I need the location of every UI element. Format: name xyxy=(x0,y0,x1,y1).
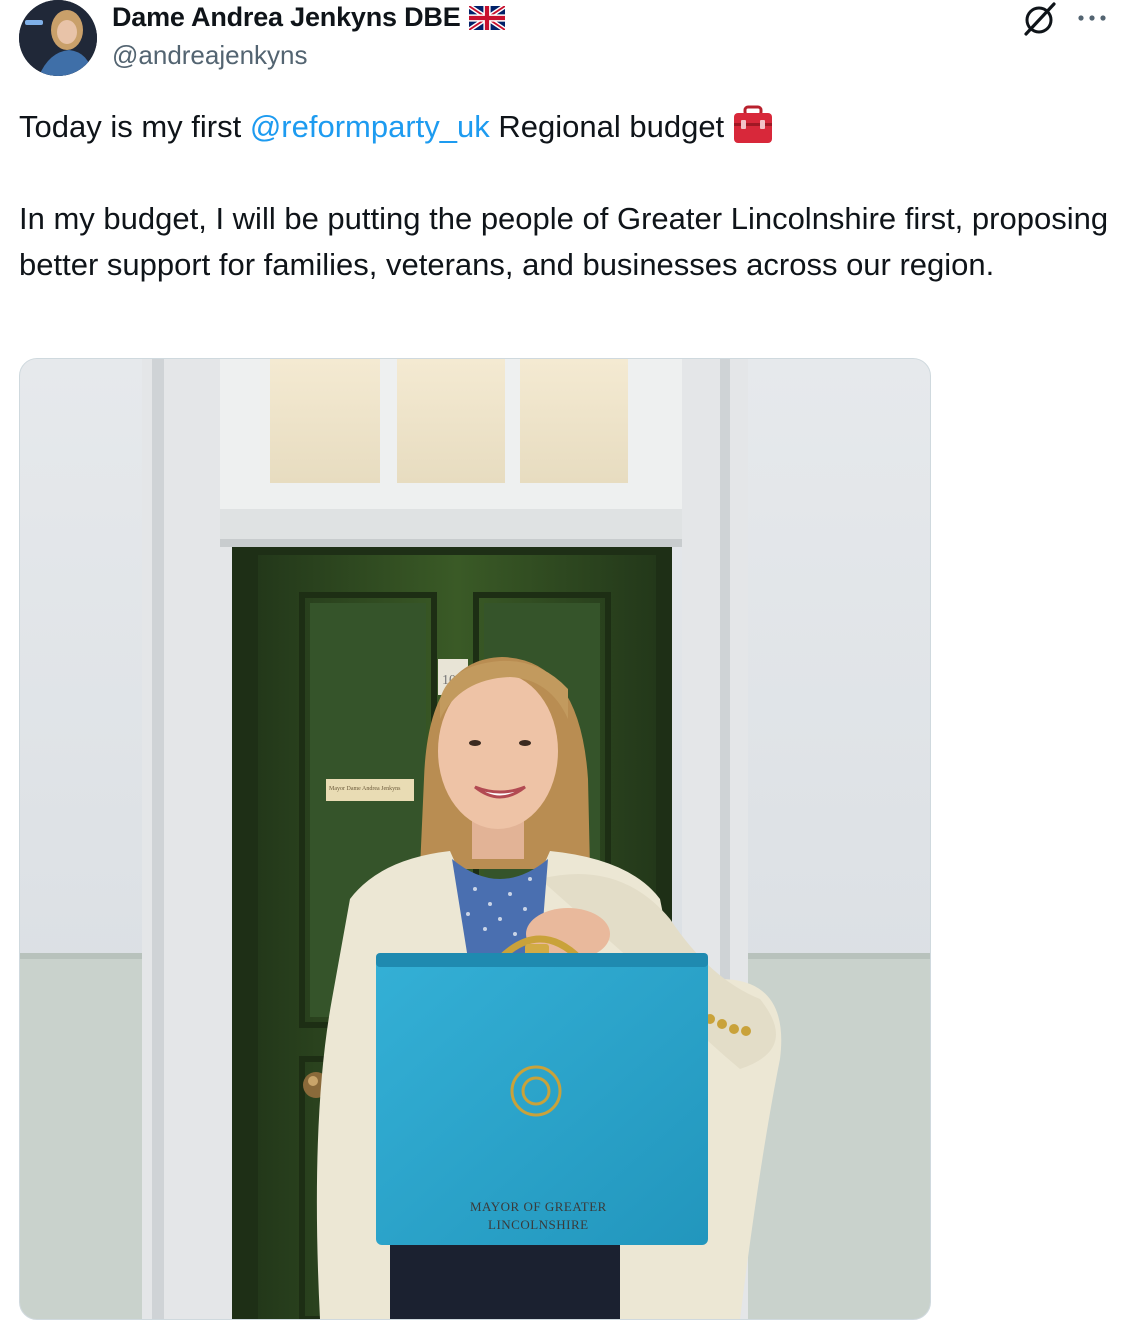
tweet-text: Today is my first @reformparty_uk Region… xyxy=(19,104,1119,288)
box-label-line-2: LINCOLNSHIRE xyxy=(488,1217,589,1232)
door-plaque-text: Mayor Dame Andrea Jenkyns xyxy=(329,786,401,792)
tweet-line-1: Today is my first @reformparty_uk Region… xyxy=(19,104,1119,150)
tweet-text-suffix: Regional budget xyxy=(489,109,725,144)
tweet-body: In my budget, I will be putting the peop… xyxy=(19,201,1109,282)
author-display-name[interactable]: Dame Andrea Jenkyns DBE xyxy=(112,2,461,33)
avatar-image xyxy=(19,0,97,76)
box-label-line-1: MAYOR OF GREATER xyxy=(470,1199,607,1214)
more-options-icon[interactable] xyxy=(1076,8,1108,28)
toolbox-icon xyxy=(734,105,773,143)
mention-link[interactable]: @reformparty_uk xyxy=(250,109,490,144)
grok-icon[interactable] xyxy=(1020,0,1058,38)
author-handle[interactable]: @andreajenkyns xyxy=(112,40,308,71)
tweet-text-prefix: Today is my first xyxy=(19,109,250,144)
avatar[interactable] xyxy=(19,0,97,76)
photo-illustration: 10 Mayor Dame Andrea Jenkyns MAYOR OF GR… xyxy=(20,359,930,1319)
author-name-row: Dame Andrea Jenkyns DBE xyxy=(112,2,505,33)
uk-flag-icon xyxy=(468,5,505,30)
tweet-photo[interactable]: 10 Mayor Dame Andrea Jenkyns MAYOR OF GR… xyxy=(19,358,931,1320)
